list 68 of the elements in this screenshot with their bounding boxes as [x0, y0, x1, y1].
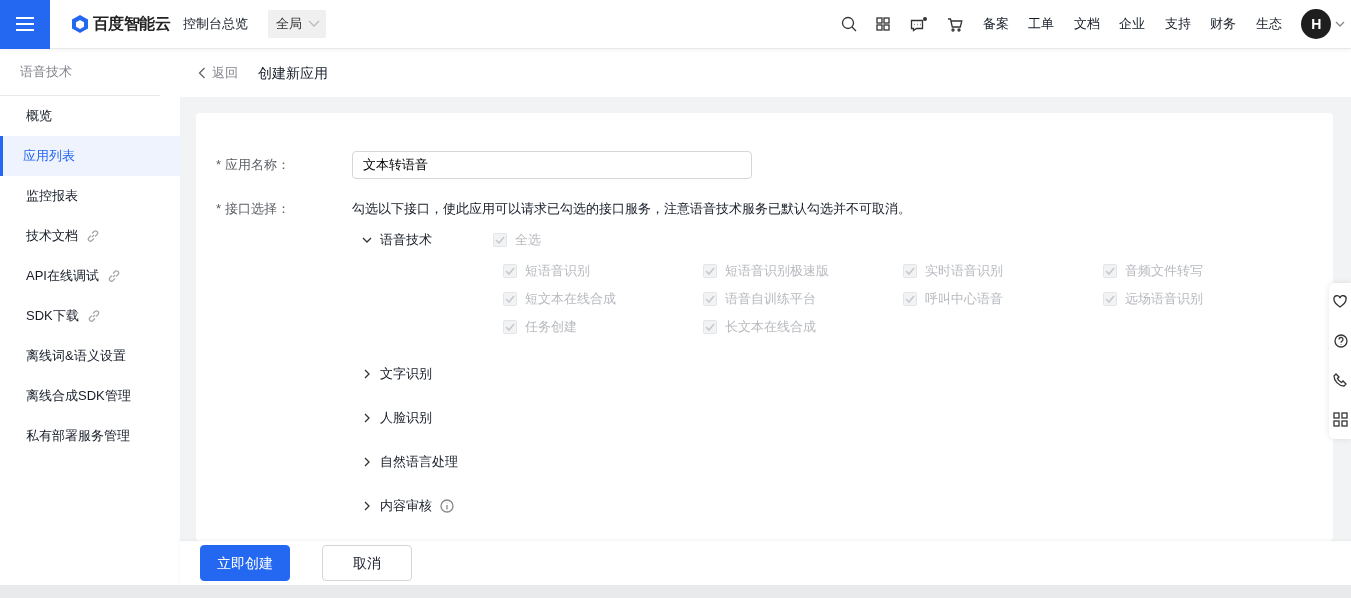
check-icon: [705, 295, 715, 303]
chevron-down-icon[interactable]: [1334, 20, 1345, 28]
nav-link[interactable]: 财务: [1210, 14, 1237, 34]
link-icon: [86, 309, 101, 323]
check-icon: [705, 323, 715, 331]
chevron-right-icon: [362, 501, 372, 511]
check-icon: [905, 295, 915, 303]
menu-button[interactable]: [0, 0, 50, 49]
nav-link[interactable]: 工单: [1028, 14, 1055, 34]
search-icon[interactable]: [840, 16, 857, 32]
logo-icon: [69, 14, 90, 34]
group-toggle[interactable]: 语音技术: [352, 229, 493, 251]
nav-link[interactable]: 支持: [1164, 14, 1191, 34]
create-button[interactable]: 立即创建: [200, 545, 290, 581]
menu-icon: [16, 16, 34, 32]
chevron-right-icon: [362, 369, 372, 379]
check-icon: [505, 295, 515, 303]
sidebar-item[interactable]: 私有部署服务管理: [0, 416, 180, 456]
chevron-right-icon: [362, 457, 372, 467]
chevron-right-icon: [362, 413, 372, 423]
cancel-button[interactable]: 取消: [322, 545, 412, 581]
check-icon: [505, 323, 515, 331]
sidebar-item[interactable]: 监控报表: [0, 176, 180, 216]
check-icon: [505, 267, 515, 275]
group-toggle[interactable]: 自然语言处理: [352, 451, 493, 473]
grid-icon[interactable]: [876, 17, 891, 31]
app-name-field[interactable]: 文本转语音: [352, 151, 752, 179]
sidebar-item[interactable]: 离线合成SDK管理: [0, 376, 180, 416]
link-icon: [106, 269, 121, 283]
hint-text: 勾选以下接口，使此应用可以请求已勾选的接口服务，注意语音技术服务已默认勾选并不可取消。: [352, 199, 912, 218]
chevron-down-icon: [362, 235, 372, 245]
check-icon: [495, 236, 505, 244]
nav-link[interactable]: 生态: [1255, 14, 1282, 34]
group-toggle[interactable]: 内容审核: [352, 495, 493, 517]
field-label: * 应用名称：: [216, 156, 291, 175]
sidebar-item[interactable]: API在线调试: [0, 256, 180, 296]
back-link[interactable]: 返回: [198, 63, 238, 83]
phone-icon[interactable]: [1333, 373, 1348, 388]
console-link[interactable]: 控制台总览: [183, 14, 249, 34]
apps-icon[interactable]: [1333, 412, 1348, 427]
sidebar-item[interactable]: 技术文档: [0, 216, 180, 256]
nav-link[interactable]: 文档: [1073, 14, 1100, 34]
sidebar-item[interactable]: 概览: [0, 96, 180, 136]
chevron-down-icon: [308, 20, 321, 28]
group-toggle[interactable]: 人脸识别: [352, 407, 493, 429]
chevron-left-icon: [198, 67, 206, 79]
heart-icon[interactable]: [1333, 295, 1348, 310]
nav-link[interactable]: 企业: [1119, 14, 1146, 34]
page-title: 创建新应用: [258, 63, 328, 83]
sidebar-item[interactable]: SDK下载: [0, 296, 180, 336]
sidebar-title: 语音技术: [0, 49, 160, 96]
check-icon: [705, 267, 715, 275]
check-icon: [1105, 267, 1115, 275]
check-icon: [1105, 295, 1115, 303]
sidebar-item[interactable]: 离线词&语义设置: [0, 336, 180, 376]
info-icon: [440, 499, 454, 513]
link-icon: [86, 229, 100, 243]
sidebar-item[interactable]: 应用列表: [0, 136, 180, 176]
message-icon[interactable]: [909, 16, 928, 32]
region-dropdown[interactable]: 全局: [267, 10, 327, 38]
logo-text: 百度智能云: [92, 14, 171, 34]
field-label: * 接口选择：: [216, 199, 291, 218]
check-icon: [905, 267, 915, 275]
group-toggle[interactable]: 文字识别: [352, 363, 493, 385]
user-avatar[interactable]: H: [1301, 9, 1332, 39]
cart-icon[interactable]: [947, 16, 964, 32]
nav-link[interactable]: 备案: [982, 14, 1009, 34]
help-icon[interactable]: [1333, 334, 1348, 349]
